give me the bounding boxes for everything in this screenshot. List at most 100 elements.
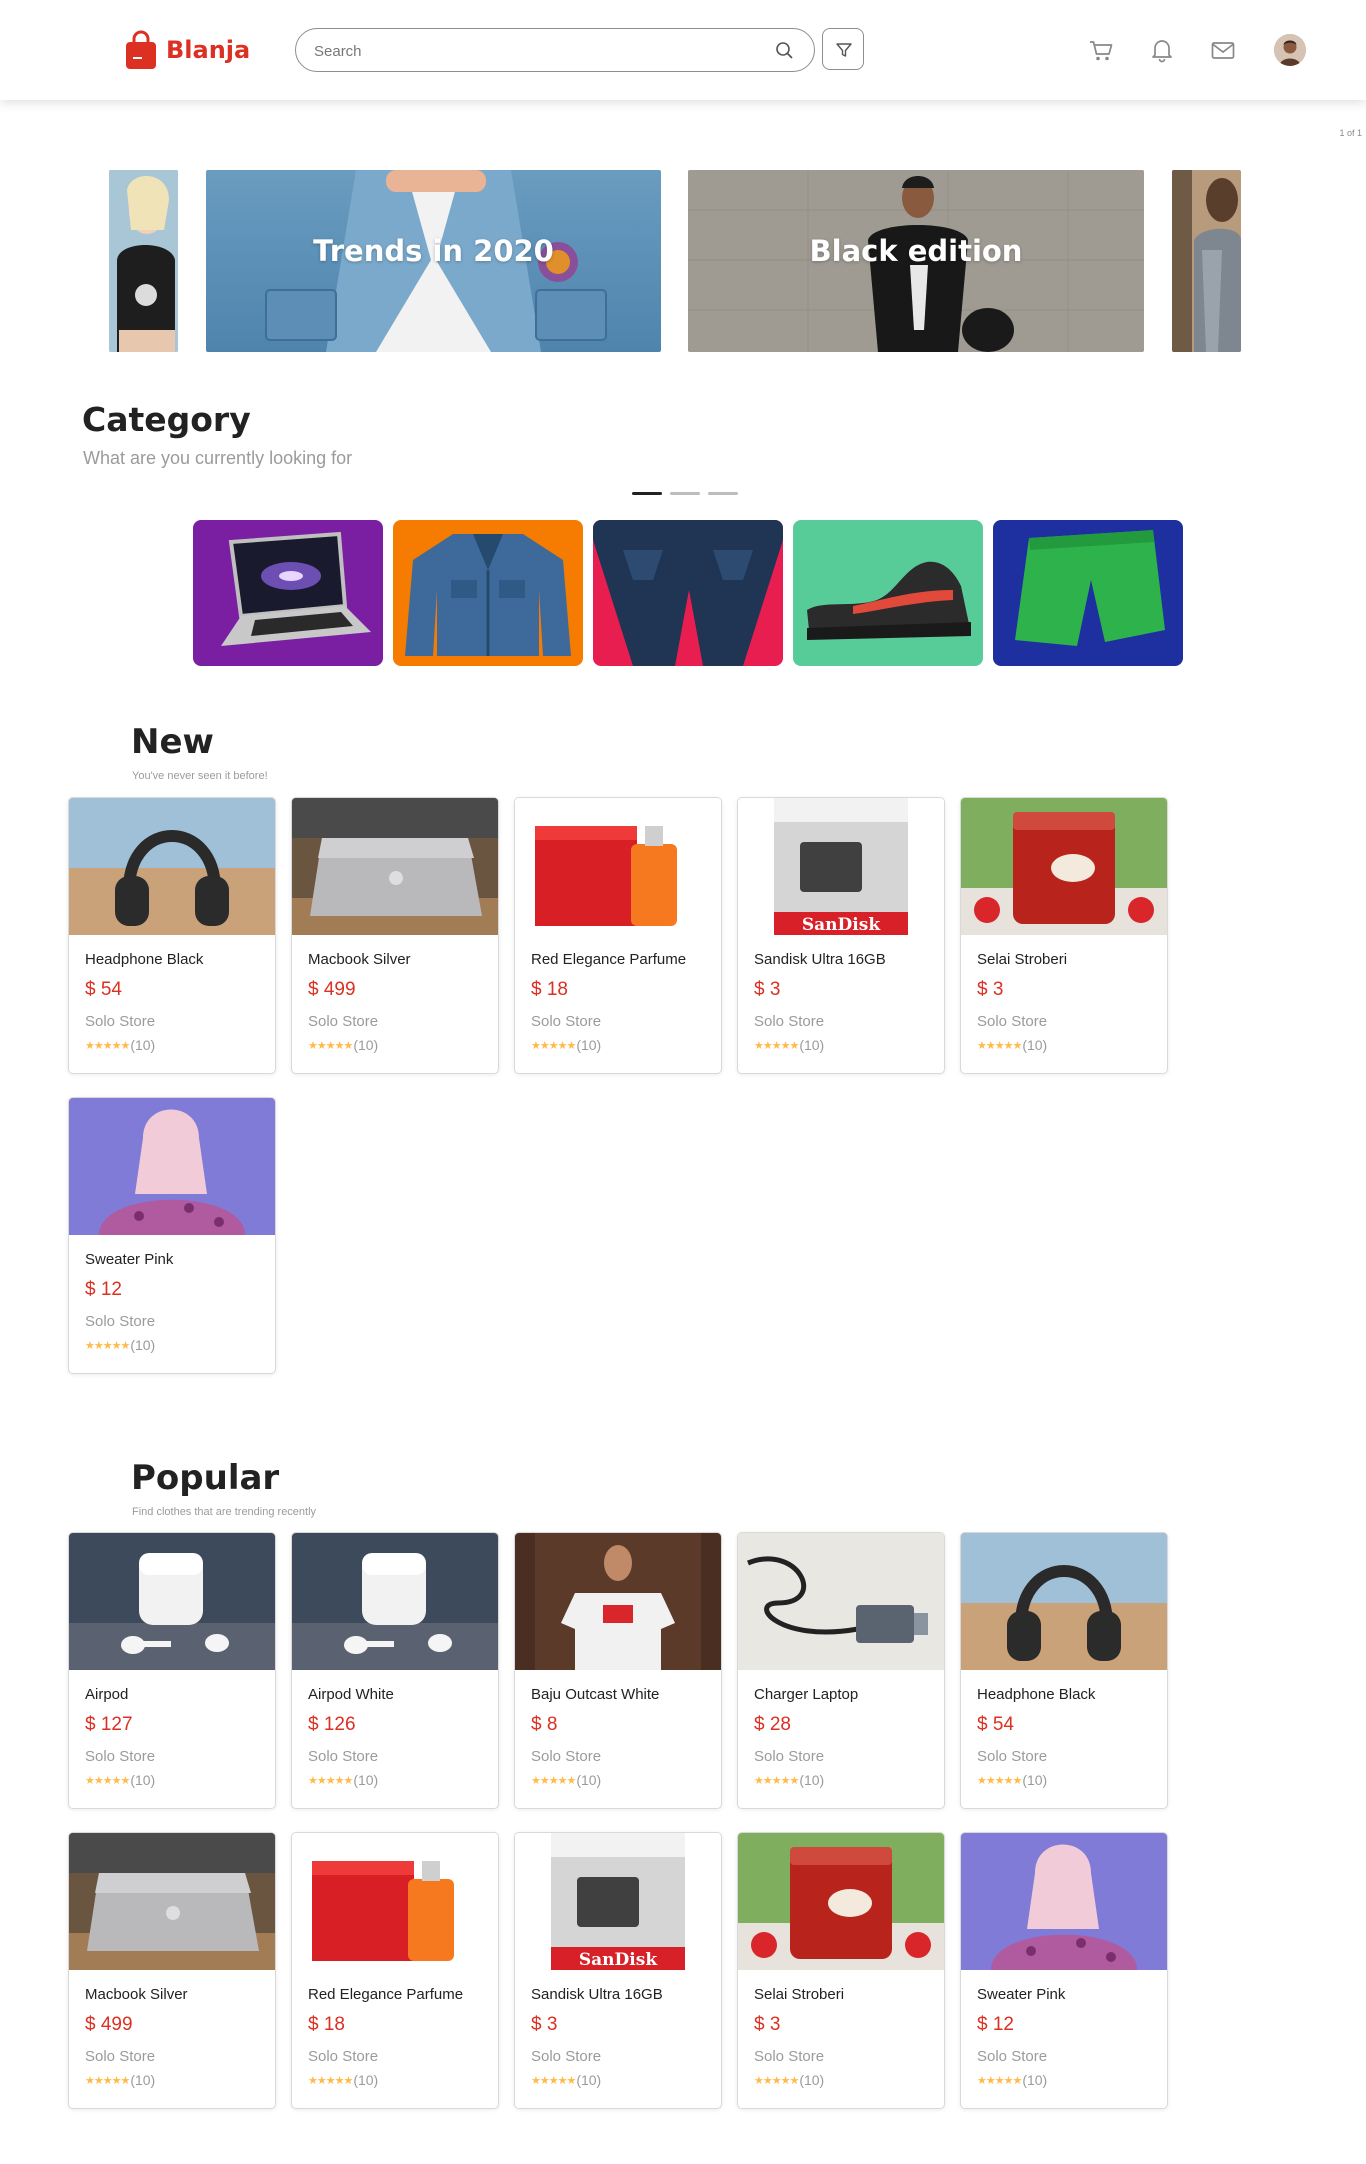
category-jacket[interactable]	[393, 520, 583, 666]
product-image[interactable]	[738, 1533, 944, 1670]
carousel-dot[interactable]	[670, 492, 700, 495]
star-rating-icon: ★★★★★	[977, 2074, 1022, 2087]
product-card[interactable]: Red Elegance Parfume $ 18 Solo Store ★★★★★(…	[514, 797, 722, 1074]
promo-carousel: Trends in 2020 Black edition	[0, 170, 1366, 495]
product-card[interactable]: Macbook Silver $ 499 Solo Store ★★★★★ (10)	[68, 1832, 276, 2109]
product-name[interactable]: Airpod White	[308, 1686, 394, 1703]
product-store: Solo Store	[977, 1748, 1048, 1765]
product-name[interactable]: Macbook Silver	[308, 951, 411, 968]
brand-logo[interactable]: Blanja	[124, 27, 250, 73]
product-card[interactable]: Red Elegance Parfume $ 18 Solo Store ★★★★★(…	[291, 1832, 499, 2109]
cart-icon[interactable]	[1087, 36, 1115, 64]
rating-count: (10)	[353, 1037, 379, 1053]
product-card[interactable]: Selai Stroberi $ 3 Solo Store ★★★★★ (10)	[737, 1832, 945, 2109]
category-pants[interactable]	[593, 520, 783, 666]
product-image[interactable]	[69, 798, 275, 935]
product-rating: ★★★★★ (10)	[977, 1772, 1047, 1788]
rating-count: (10)	[576, 1772, 602, 1788]
product-image[interactable]	[69, 1533, 275, 1670]
product-image[interactable]	[961, 1533, 1167, 1670]
carousel-dot[interactable]	[708, 492, 738, 495]
product-rating: ★★★★★ (10)	[85, 2072, 155, 2088]
product-rating: ★★★★★ (10)	[85, 1037, 155, 1053]
slide-title: Black edition	[809, 234, 1023, 268]
product-name[interactable]: Sweater Pink	[977, 1986, 1065, 2003]
product-rating: ★★★★★ (10)	[85, 1772, 155, 1788]
category-shorts[interactable]	[993, 520, 1183, 666]
product-card[interactable]: Charger Laptop $ 28 Solo Store ★★★★★ (10)	[737, 1532, 945, 1809]
product-image[interactable]	[69, 1098, 275, 1235]
slide-title: Trends in 2020	[313, 234, 554, 268]
product-store: Solo Store	[754, 2048, 825, 2065]
product-store: Solo Store	[531, 2048, 602, 2065]
product-price: $ 3	[754, 979, 781, 1000]
product-image[interactable]	[292, 1533, 498, 1670]
product-card[interactable]: SanDisk Sandisk Ultra 16GB $ 3 Solo Store ★★…	[514, 1832, 722, 2109]
filter-button[interactable]	[822, 28, 864, 70]
star-rating-icon: ★★★★★	[754, 2074, 799, 2087]
product-card[interactable]: Headphone Black $ 54 Solo Store ★★★★★ (10)	[68, 797, 276, 1074]
product-image[interactable]: SanDisk	[738, 798, 944, 935]
user-avatar[interactable]	[1274, 34, 1306, 66]
product-name[interactable]: Selai Stroberi	[977, 951, 1067, 968]
product-rating: ★★★★★ (10)	[977, 2072, 1047, 2088]
product-name[interactable]: Baju Outcast White	[531, 1686, 659, 1703]
product-name[interactable]: Headphone Black	[85, 951, 203, 968]
product-card[interactable]: SanDisk Sandisk Ultra 16GB $ 3 Solo Store ★★…	[737, 797, 945, 1074]
product-image[interactable]	[961, 798, 1167, 935]
rating-count: (10)	[130, 1337, 156, 1353]
star-rating-icon: ★★★★★	[754, 1039, 799, 1052]
category-laptop[interactable]	[193, 520, 383, 666]
pagination-label: 1 of 1	[1339, 128, 1362, 138]
product-image[interactable]	[69, 1833, 275, 1970]
carousel-slide[interactable]	[109, 170, 178, 352]
product-store: Solo Store	[754, 1013, 825, 1030]
product-card[interactable]: Sweater Pink $ 12 Solo Store ★★★★★ (10)	[960, 1832, 1168, 2109]
bell-icon[interactable]	[1148, 36, 1176, 64]
product-card[interactable]: Sweater Pink $ 12 Solo Store ★★★★★ (10)	[68, 1097, 276, 1374]
carousel-slide-black[interactable]: Black edition	[688, 170, 1144, 352]
product-card[interactable]: Airpod White $ 126 Solo Store ★★★★★ (10)	[291, 1532, 499, 1809]
search-icon[interactable]	[774, 40, 796, 62]
product-image[interactable]	[738, 1833, 944, 1970]
category-shoes[interactable]	[793, 520, 983, 666]
product-card[interactable]: Headphone Black $ 54 Solo Store ★★★★★ (10)	[960, 1532, 1168, 1809]
product-image[interactable]	[292, 1833, 498, 1970]
carousel-slide[interactable]	[1172, 170, 1241, 352]
product-card[interactable]: Macbook Silver $ 499 Solo Store ★★★★★ (10)	[291, 797, 499, 1074]
product-name[interactable]: Selai Stroberi	[754, 1986, 844, 2003]
carousel-dot[interactable]	[632, 492, 662, 495]
product-card[interactable]: Airpod $ 127 Solo Store ★★★★★ (10)	[68, 1532, 276, 1809]
search-input[interactable]	[314, 39, 754, 63]
star-rating-icon: ★★★★★	[754, 1774, 799, 1787]
product-name[interactable]: Macbook Silver	[85, 1986, 188, 2003]
product-store: Solo Store	[85, 1748, 156, 1765]
star-rating-icon: ★★★★★	[85, 1774, 130, 1787]
product-price: $ 18	[531, 979, 568, 1000]
product-card[interactable]: Baju Outcast White $ 8 Solo Store ★★★★★ (10)	[514, 1532, 722, 1809]
product-image[interactable]	[961, 1833, 1167, 1970]
product-store: Solo Store	[531, 1748, 602, 1765]
product-image[interactable]	[515, 798, 721, 935]
product-name[interactable]: Airpod	[85, 1686, 128, 1703]
product-name[interactable]: Headphone Black	[977, 1686, 1095, 1703]
product-rating: ★★★★★ (10)	[531, 1772, 601, 1788]
product-card[interactable]: Selai Stroberi $ 3 Solo Store ★★★★★ (10)	[960, 797, 1168, 1074]
product-name[interactable]: Sweater Pink	[85, 1251, 173, 1268]
product-name[interactable]: Sandisk Ultra 16GB	[531, 1986, 663, 2003]
carousel-slide-trends[interactable]: Trends in 2020	[206, 170, 661, 352]
product-price: $ 12	[977, 2014, 1014, 2035]
product-name[interactable]: Charger Laptop	[754, 1686, 858, 1703]
popular-section-title: Popular	[131, 1458, 280, 1498]
product-image[interactable]	[515, 1533, 721, 1670]
product-store: Solo Store	[754, 1748, 825, 1765]
product-store: Solo Store	[977, 1013, 1048, 1030]
product-rating: ★★★★★ (10)	[754, 1772, 824, 1788]
mail-icon[interactable]	[1209, 36, 1237, 64]
product-name[interactable]: Sandisk Ultra 16GB	[754, 951, 886, 968]
product-name[interactable]: Red Elegance Parfume	[531, 951, 686, 968]
product-image[interactable]	[292, 798, 498, 935]
filter-icon	[836, 43, 852, 57]
product-image[interactable]: SanDisk	[515, 1833, 721, 1970]
product-name[interactable]: Red Elegance Parfume	[308, 1986, 463, 2003]
